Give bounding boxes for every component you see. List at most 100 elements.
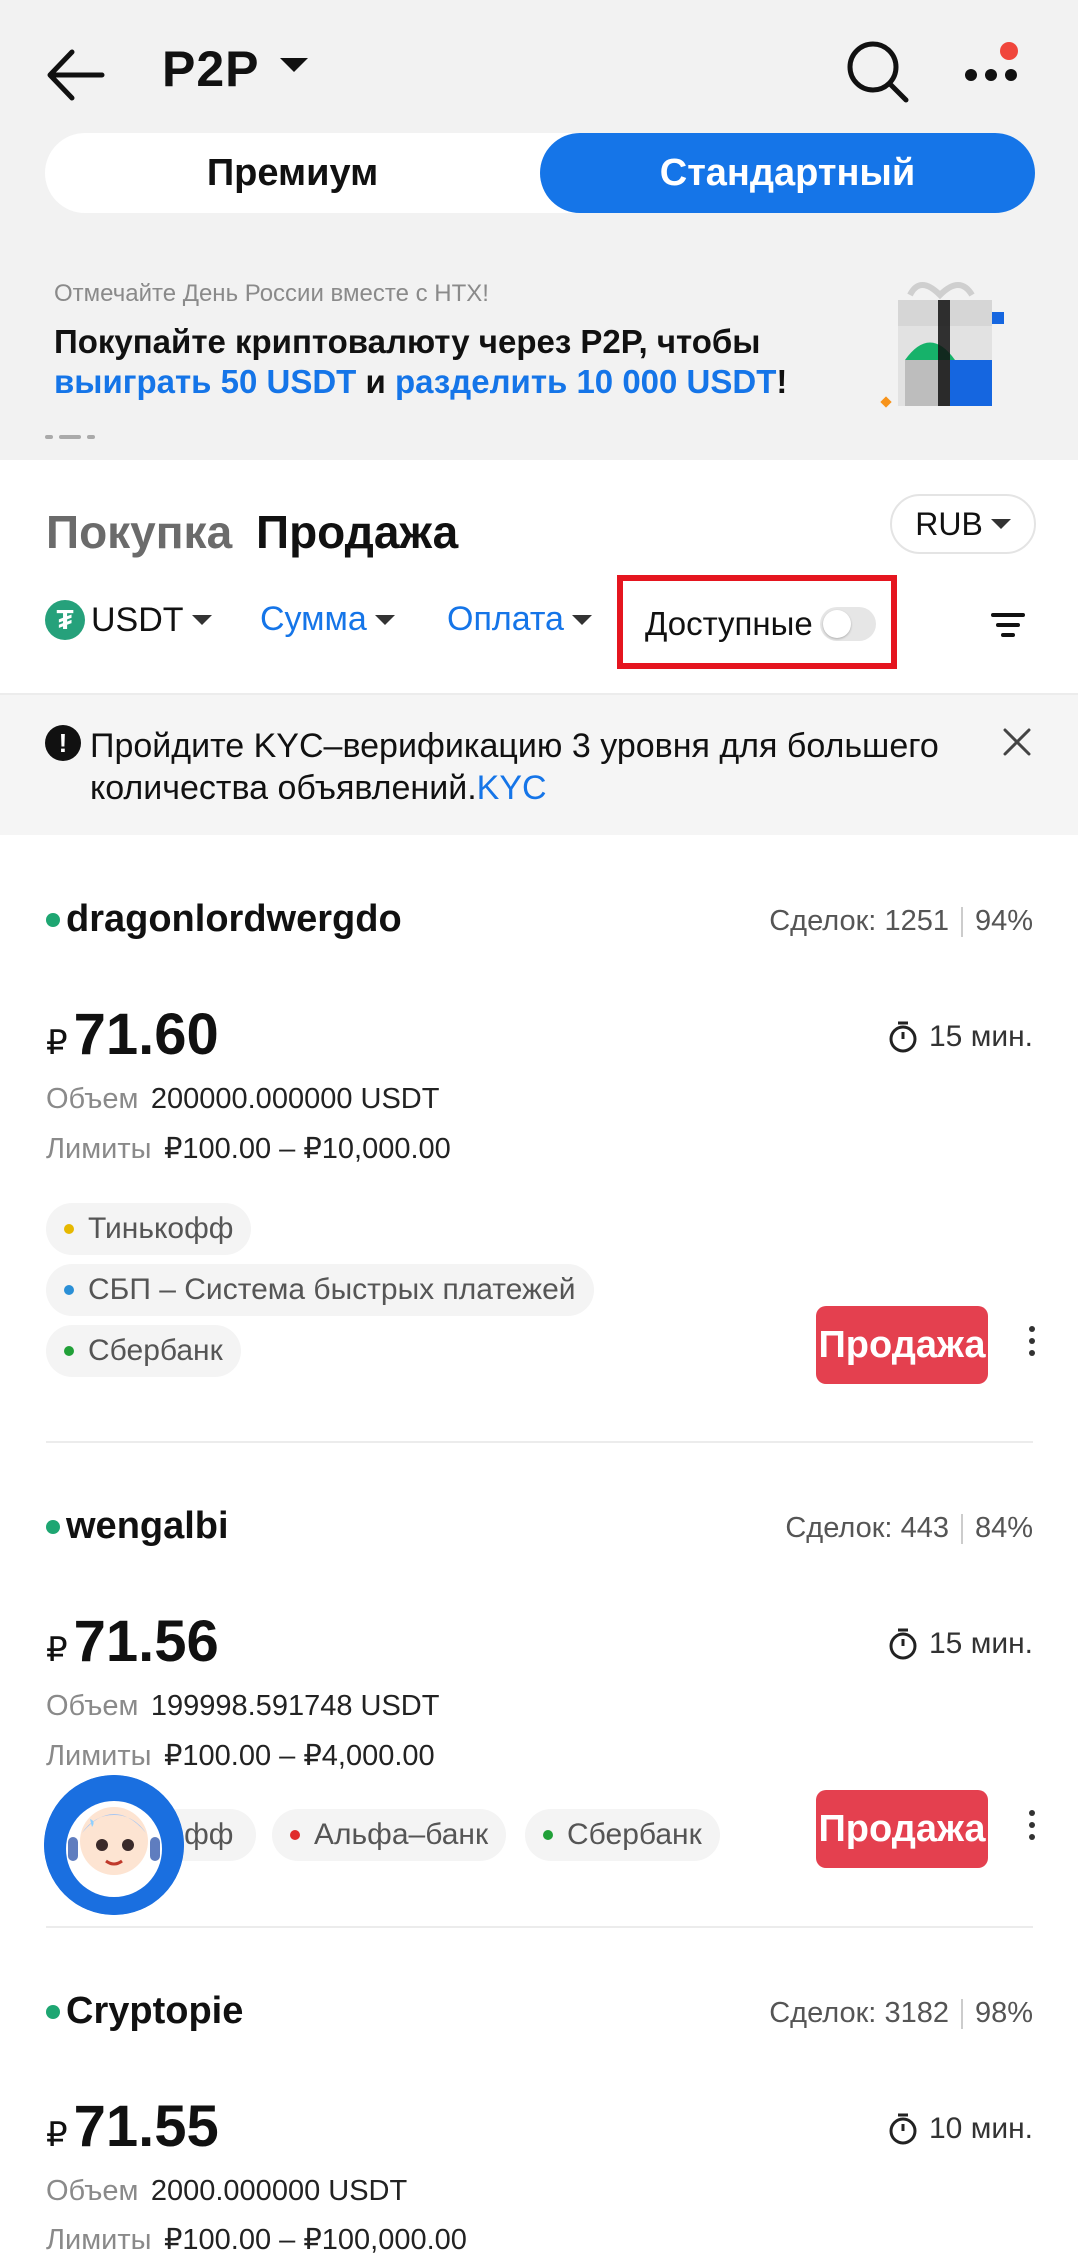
deals-label: Сделок:	[785, 1512, 893, 1544]
payment-time: 15 мин.	[887, 1627, 1033, 1661]
tab-sell[interactable]: Продажа	[256, 505, 458, 559]
listing-menu-button[interactable]	[1017, 1320, 1047, 1370]
payment-dot	[64, 1224, 74, 1234]
payment-name: Сбербанк	[567, 1818, 702, 1851]
payment-filter[interactable]: Оплата	[447, 600, 592, 639]
amount-filter[interactable]: Сумма	[260, 600, 395, 639]
sell-button[interactable]: Продажа	[816, 1306, 988, 1384]
filter-button[interactable]	[985, 605, 1031, 645]
limits-value: ₽100.00 – ₽100,000.00	[163, 2224, 467, 2256]
merchant-name[interactable]: dragonlordwergdo	[66, 898, 402, 941]
chevron-down-icon	[191, 615, 212, 625]
kyc-text: Пройдите KYC–верификацию 3 уровня для бо…	[90, 725, 990, 809]
limits-label: Лимиты	[46, 1133, 152, 1165]
time-value: 10 мин.	[929, 2112, 1033, 2145]
banner-pagination	[45, 428, 101, 446]
listing-menu-button[interactable]	[1017, 1804, 1047, 1854]
more-dot	[985, 69, 997, 81]
usdt-icon: ₮	[45, 600, 85, 640]
listing-divider	[46, 1926, 1033, 1928]
filter-icon	[991, 613, 1025, 637]
merchant-name[interactable]: wengalbi	[66, 1505, 229, 1548]
online-status-dot	[46, 913, 60, 927]
payment-name: Тинькофф	[88, 1212, 234, 1245]
banner-line1: Покупайте криптовалюту через P2P, чтобы	[54, 323, 761, 360]
chevron-down-icon	[374, 614, 395, 625]
limits-row: Лимиты ₽100.00 – ₽10,000.00	[46, 1131, 451, 1166]
price: ₽ 71.60	[46, 1001, 219, 1068]
payment-chip: СБП – Система быстрых платежей	[46, 1264, 594, 1316]
volume-value: 2000.000000 USDT	[150, 2175, 408, 2207]
completion-rate: 84%	[974, 1512, 1033, 1544]
astronaut-avatar-icon	[44, 1775, 184, 1915]
price-value: 71.55	[73, 2094, 219, 2159]
limits-row: Лимиты ₽100.00 – ₽100,000.00	[46, 2222, 467, 2257]
fiat-label: RUB	[915, 505, 983, 542]
assistant-avatar[interactable]	[44, 1775, 184, 1915]
payment-dot	[64, 1346, 74, 1356]
close-notice-button[interactable]	[995, 720, 1039, 764]
tab-premium[interactable]: Премиум	[45, 133, 540, 213]
sell-button[interactable]: Продажа	[816, 1790, 988, 1868]
more-dots-icon	[965, 69, 977, 81]
payment-time: 10 мин.	[887, 2112, 1033, 2146]
merchant-stats: Сделок: 1251 94%	[769, 905, 1033, 938]
volume-label: Объем	[46, 1690, 139, 1722]
limits-label: Лимиты	[46, 2224, 152, 2256]
tab-buy[interactable]: Покупка	[46, 505, 232, 559]
price: ₽ 71.56	[46, 1608, 219, 1675]
banner-subtitle[interactable]: Отмечайте День России вместе с HTX!	[54, 280, 489, 308]
back-button[interactable]	[40, 40, 110, 110]
timer-icon	[889, 1628, 917, 1660]
payment-chip: Тинькофф	[46, 1203, 252, 1255]
search-button[interactable]	[838, 32, 918, 112]
amount-label: Сумма	[260, 600, 367, 638]
deals-label: Сделок:	[769, 905, 877, 937]
more-menu-button[interactable]	[955, 35, 1035, 105]
price: ₽ 71.55	[46, 2093, 219, 2160]
volume-value: 199998.591748 USDT	[150, 1690, 440, 1722]
time-value: 15 мин.	[929, 1627, 1033, 1660]
kebab-icon	[1029, 1326, 1035, 1332]
volume-row: Объем 2000.000000 USDT	[46, 2175, 407, 2208]
page-title[interactable]: P2P	[162, 40, 260, 98]
listing-divider	[46, 1441, 1033, 1443]
currency-sign: ₽	[46, 1631, 68, 1669]
merchant-name[interactable]: Cryptopie	[66, 1990, 243, 2033]
search-icon	[847, 41, 909, 103]
merchant-stats: Сделок: 443 84%	[785, 1512, 1033, 1545]
promo-banner[interactable]: Покупайте криптовалюту через P2P, чтобы …	[54, 322, 834, 402]
time-value: 15 мин.	[929, 1020, 1033, 1053]
title-dropdown-caret-icon[interactable]	[280, 58, 308, 72]
coin-filter[interactable]: ₮ USDT	[45, 600, 212, 640]
more-dot	[1005, 69, 1017, 81]
volume-label: Объем	[46, 1083, 139, 1115]
payment-name: Сбербанк	[88, 1334, 223, 1367]
chevron-down-icon	[990, 519, 1011, 529]
gift-box-icon	[880, 270, 1010, 420]
completion-rate: 94%	[974, 905, 1033, 937]
payment-name: СБП – Система быстрых платежей	[88, 1273, 576, 1306]
volume-row: Объем 200000.000000 USDT	[46, 1083, 439, 1116]
limits-row: Лимиты ₽100.00 – ₽4,000.00	[46, 1738, 435, 1773]
kebab-icon	[1029, 1810, 1035, 1816]
coin-label: USDT	[91, 600, 184, 639]
toggle-knob	[823, 610, 851, 638]
chevron-down-icon	[571, 614, 592, 625]
banner-share: разделить 10 000 USDT	[394, 363, 777, 400]
banner-bang: !	[776, 363, 788, 400]
completion-rate: 98%	[974, 1997, 1033, 2029]
price-value: 71.60	[73, 1002, 219, 1067]
available-label: Доступные	[645, 605, 813, 642]
timer-icon	[889, 2113, 917, 2145]
deals-count: 443	[900, 1512, 949, 1544]
tab-standard[interactable]: Стандартный	[540, 133, 1035, 213]
limits-value: ₽100.00 – ₽10,000.00	[163, 1133, 451, 1165]
payment-chip: Альфа–банк	[272, 1809, 507, 1861]
volume-row: Объем 199998.591748 USDT	[46, 1690, 439, 1723]
payment-chip: Сбербанк	[525, 1809, 720, 1861]
kyc-link[interactable]: KYC	[477, 769, 547, 807]
payment-chip: Сбербанк	[46, 1325, 241, 1377]
notification-dot	[1000, 42, 1018, 60]
fiat-currency-select[interactable]: RUB	[890, 494, 1036, 554]
